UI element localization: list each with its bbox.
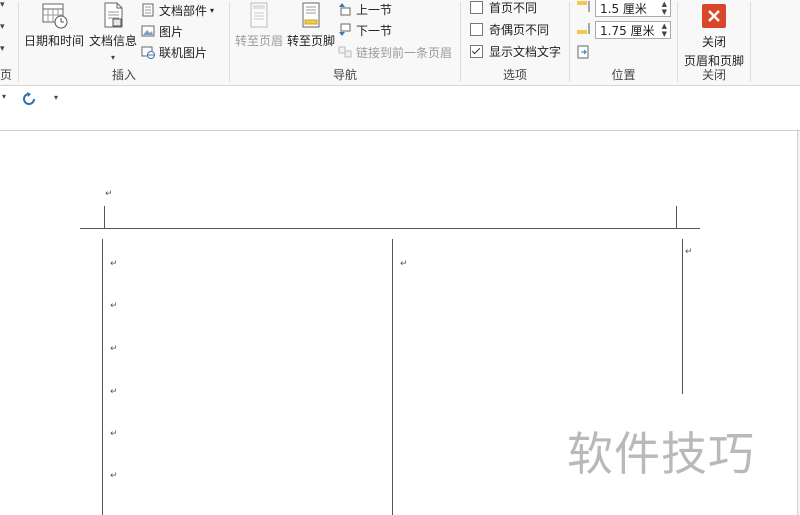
close-header-footer-button[interactable]: 关闭 页眉和页脚 xyxy=(678,4,750,69)
position-group: 1.5 厘米 ▲ ▼ 1.75 厘米 ▲ ▼ 位置 xyxy=(570,0,677,85)
next-section-button[interactable]: 下一节 xyxy=(338,20,392,40)
spin-arrows-icon[interactable]: ▲ ▼ xyxy=(662,22,667,38)
show-document-text-label: 显示文档文字 xyxy=(489,44,562,59)
first-page-different-checkbox[interactable]: 首页不同 xyxy=(470,0,537,17)
previous-section-icon xyxy=(339,3,351,16)
calendar-clock-icon xyxy=(42,3,68,29)
first-page-checkbox-box[interactable] xyxy=(470,0,483,14)
date-time-label: 日期和时间 xyxy=(23,34,84,48)
paragraph-mark: ↵ xyxy=(110,259,118,269)
options-group: 首页不同 奇偶页不同 显示文档文字 选项 xyxy=(461,0,569,85)
paragraph-mark: ↵ xyxy=(105,189,113,199)
footer-position-icon xyxy=(577,23,590,34)
paragraph-mark: ↵ xyxy=(110,471,118,481)
close-icon xyxy=(702,4,726,28)
navigation-group: 转至页眉 转至页脚 上一节 下一节 链接到前一条页眉 导航 xyxy=(230,0,460,85)
show-text-checkbox-box[interactable] xyxy=(470,44,483,58)
table-column-line xyxy=(392,239,393,515)
customize-toolbar-icon[interactable]: ▾ xyxy=(54,93,58,102)
chevron-down-icon: ▾ xyxy=(110,53,115,62)
doc-parts-button[interactable]: 文档部件 ▾ xyxy=(141,0,214,20)
footer-distance-input[interactable]: 1.75 厘米 ▲ ▼ xyxy=(595,21,671,39)
online-picture-button[interactable]: 联机图片 xyxy=(141,42,207,62)
header-distance-input[interactable]: 1.5 厘米 ▲ ▼ xyxy=(595,0,671,17)
dropdown-arrow-icon[interactable]: ▾ xyxy=(0,0,5,10)
picture-button[interactable]: 图片 xyxy=(141,21,183,41)
header-rule xyxy=(80,228,700,229)
table-column-line xyxy=(102,239,103,515)
dropdown-arrow-icon[interactable]: ▾ xyxy=(0,22,5,32)
close-group: 关闭 页眉和页脚 关闭 xyxy=(678,0,750,85)
show-document-text-checkbox[interactable]: 显示文档文字 xyxy=(470,41,561,61)
online-picture-icon xyxy=(141,46,155,59)
goto-header-label: 转至页眉 xyxy=(234,34,283,48)
paragraph-mark: ↵ xyxy=(110,301,118,311)
link-to-previous-icon xyxy=(338,46,352,58)
header-left-border xyxy=(104,206,105,228)
goto-header-button[interactable]: 转至页眉 xyxy=(232,0,286,49)
picture-icon xyxy=(141,25,155,37)
paragraph-mark: ↵ xyxy=(110,344,118,354)
header-right-border xyxy=(676,206,677,228)
doc-info-label: 文档信息 xyxy=(88,34,137,48)
date-time-button[interactable]: 日期和时间 xyxy=(23,0,85,49)
goto-header-icon xyxy=(250,2,268,28)
watermark-text: 软件技巧 xyxy=(567,427,755,481)
ribbon: ▾ ▾ ▾ 页脚 日期和时间 文档信息 ▾ xyxy=(0,0,800,99)
insert-alignment-tab-icon[interactable] xyxy=(577,45,590,59)
goto-footer-icon xyxy=(302,2,320,28)
options-group-label: 选项 xyxy=(502,68,527,82)
previous-section-label: 上一节 xyxy=(356,2,393,17)
table-column-line xyxy=(682,239,683,394)
close-label-line1: 关闭 xyxy=(701,35,726,49)
header-position-icon xyxy=(577,1,590,12)
online-picture-label: 联机图片 xyxy=(159,45,208,60)
paragraph-mark: ↵ xyxy=(110,387,118,397)
goto-footer-label: 转至页脚 xyxy=(286,34,335,48)
odd-even-checkbox-box[interactable] xyxy=(470,22,483,36)
next-section-label: 下一节 xyxy=(356,23,393,38)
group-separator xyxy=(750,2,751,82)
doc-info-button[interactable]: 文档信息 ▾ xyxy=(87,0,139,62)
header-footer-group-partial: ▾ ▾ ▾ 页脚 xyxy=(0,0,18,99)
odd-even-different-label: 奇偶页不同 xyxy=(489,22,550,37)
close-group-label: 关闭 xyxy=(701,68,726,82)
insert-group: 日期和时间 文档信息 ▾ 文档部件 ▾ 图片 联机图片 插入 xyxy=(19,0,229,85)
doc-parts-icon xyxy=(142,3,154,17)
insert-group-label: 插入 xyxy=(111,68,136,82)
paragraph-mark: ↵ xyxy=(110,429,118,439)
paragraph-mark: ↵ xyxy=(685,247,693,257)
footer-distance-value: 1.75 厘米 xyxy=(600,23,655,38)
previous-section-button[interactable]: 上一节 xyxy=(338,0,392,19)
redo-icon[interactable] xyxy=(22,91,38,107)
goto-footer-button[interactable]: 转至页脚 xyxy=(284,0,338,49)
navigation-group-label: 导航 xyxy=(332,68,357,82)
odd-even-different-checkbox[interactable]: 奇偶页不同 xyxy=(470,19,549,39)
chevron-down-icon: ▾ xyxy=(210,5,215,15)
header-distance-value: 1.5 厘米 xyxy=(600,1,647,16)
first-page-different-label: 首页不同 xyxy=(489,0,538,15)
chevron-down-icon[interactable]: ▾ xyxy=(2,92,6,101)
quick-access-toolbar: ▾ ▾ xyxy=(0,86,800,112)
doc-parts-label: 文档部件 xyxy=(159,3,208,18)
picture-label: 图片 xyxy=(159,24,184,39)
document-info-icon xyxy=(104,2,123,28)
link-to-previous-button[interactable]: 链接到前一条页眉 xyxy=(338,42,452,62)
dropdown-arrow-icon[interactable]: ▾ xyxy=(0,44,5,54)
footer-edge-label: 页脚 xyxy=(0,68,13,99)
position-group-label: 位置 xyxy=(611,68,636,82)
paragraph-mark: ↵ xyxy=(400,259,408,269)
spin-arrows-icon[interactable]: ▲ ▼ xyxy=(662,0,667,16)
link-to-previous-label: 链接到前一条页眉 xyxy=(356,45,453,60)
next-section-icon xyxy=(339,23,351,36)
